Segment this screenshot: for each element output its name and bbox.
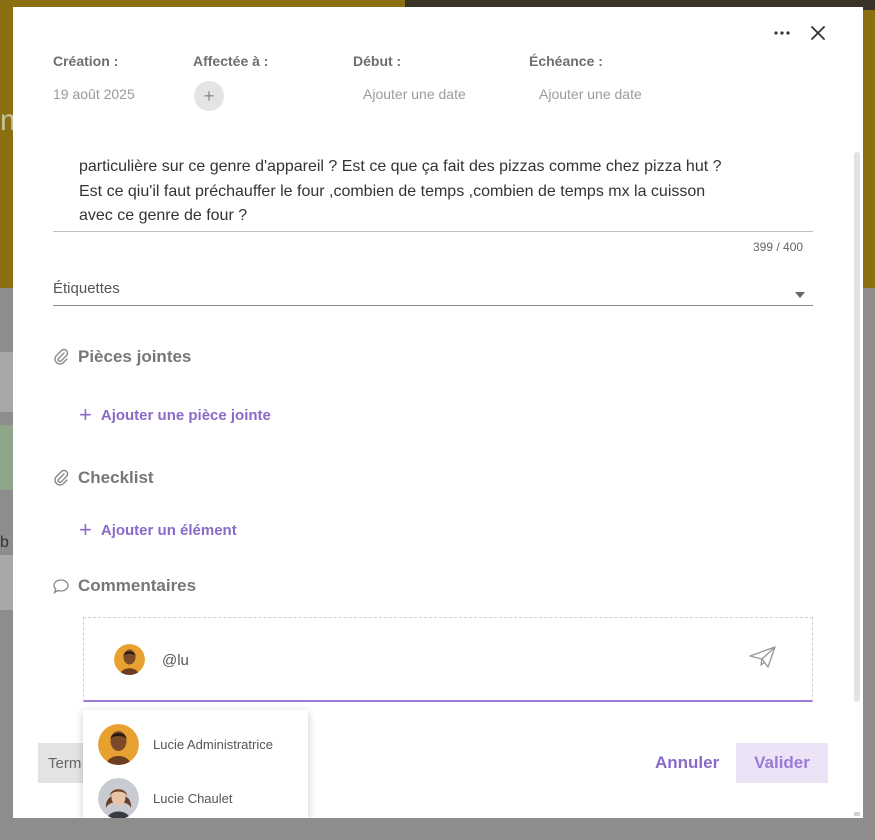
mention-option[interactable]: Lucie Chaulet [98,778,233,818]
description-textarea[interactable]: particulière sur ce genre d'appareil ? E… [79,155,819,229]
start-date-input[interactable]: Ajouter une date [363,86,466,102]
modal-scrollbar[interactable] [854,152,860,702]
due-date-input[interactable]: Ajouter une date [539,86,642,102]
start-label: Début : [353,53,402,69]
add-attachment-button[interactable]: + Ajouter une pièce jointe [79,404,271,426]
description-underline [53,231,813,232]
plus-icon: + [203,85,215,106]
checklist-title: Checklist [78,468,154,487]
add-checklist-item-button[interactable]: + Ajouter un élément [79,519,237,541]
due-meta: Échéance : [529,53,603,69]
start-meta: Début : [353,53,401,69]
mention-option[interactable]: Lucie Administratrice [98,724,273,765]
add-assignee-button[interactable]: + [194,81,224,111]
creation-label: Création : [53,53,119,69]
tags-label: Étiquettes [53,280,120,297]
attachments-title: Pièces jointes [78,347,192,366]
mention-name: Lucie Administratrice [153,737,273,752]
description-line: particulière sur ce genre d'appareil ? E… [79,158,722,175]
paperclip-icon [54,469,69,486]
comments-title: Commentaires [78,576,197,595]
dropdown-arrow-icon [795,292,805,298]
backdrop-block [0,555,14,610]
mention-suggestions: Lucie Administratrice Lucie Chaulet [83,710,308,818]
send-comment-button[interactable] [748,644,778,670]
comment-input[interactable] [162,648,722,672]
tags-select[interactable]: Étiquettes [53,280,813,306]
backdrop-block-green [0,425,14,490]
close-icon [811,26,825,40]
comment-composer [83,617,813,702]
plus-icon: + [79,402,92,427]
user-avatar [98,778,139,818]
assigned-meta: Affectée à : [193,53,268,69]
creation-meta: Création : 19 août 2025 [53,53,135,102]
backdrop-text: b [0,534,9,551]
user-avatar [114,644,145,675]
creation-date: 19 août 2025 [53,86,135,102]
checklist-section-title: Checklist [53,468,154,488]
assigned-label: Affectée à : [193,53,269,69]
backdrop-block [0,352,14,412]
plus-icon: + [79,517,92,542]
close-button[interactable] [806,21,830,45]
modal-scrollbar-end[interactable] [854,812,860,816]
comments-section-title: Commentaires [53,576,196,596]
task-modal: Création : 19 août 2025 Affectée à : + D… [13,7,863,818]
description-line: Est ce qiu'il faut préchauffer le four ,… [79,182,706,200]
add-checklist-item-label: Ajouter un élément [100,521,237,539]
add-attachment-label: Ajouter une pièce jointe [100,406,271,424]
mention-name: Lucie Chaulet [153,791,233,806]
paperclip-icon [54,348,69,365]
cancel-button[interactable]: Annuler [643,743,731,783]
attachments-section-title: Pièces jointes [53,347,191,367]
send-icon [749,646,776,668]
description-line: avec ce genre de four ? [79,207,248,224]
character-counter: 399 / 400 [753,240,804,254]
comment-bubble-icon [53,579,69,594]
more-options-button[interactable] [770,21,794,45]
more-dots-icon [774,31,790,35]
validate-button[interactable]: Valider [736,743,828,783]
due-label: Échéance : [529,53,603,69]
user-avatar [98,724,139,765]
